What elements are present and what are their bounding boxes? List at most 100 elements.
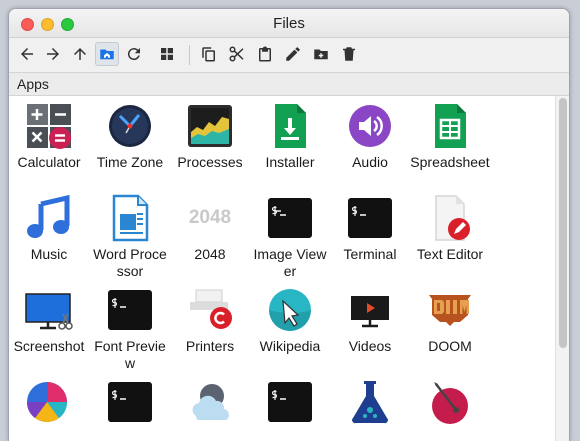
home-button[interactable]	[95, 42, 119, 66]
terminal-icon	[266, 378, 314, 426]
2048-icon: 2048	[186, 194, 234, 242]
scissors-icon	[229, 46, 244, 62]
app-label: Image Viewer	[253, 246, 327, 279]
screenshot-icon	[25, 286, 73, 334]
app-terminal[interactable]: Terminal	[330, 194, 410, 263]
app-label: Printers	[185, 338, 235, 354]
title-bar[interactable]: Files	[9, 9, 569, 38]
printer-icon	[186, 286, 234, 334]
icon-grid[interactable]: Calculator Time Zone Processes Installer	[9, 96, 555, 441]
app-label: Time Zone	[96, 154, 164, 170]
app-2048[interactable]: 2048 2048	[170, 194, 250, 263]
app-printers[interactable]: Printers	[170, 286, 250, 355]
app-label: Installer	[265, 154, 315, 170]
speaker-icon	[346, 102, 394, 150]
app-label: Font Preview	[94, 338, 166, 371]
trash-icon	[343, 47, 355, 61]
clipboard-icon	[259, 46, 271, 62]
pie-chart-icon	[25, 378, 73, 426]
app-label: Calculator	[17, 154, 81, 170]
app-text-editor[interactable]: Text Editor	[410, 194, 490, 263]
text-editor-icon	[426, 194, 474, 242]
app-wikipedia[interactable]: Wikipedia	[250, 286, 330, 355]
home-folder-icon	[100, 49, 114, 60]
app-audio[interactable]: Audio	[330, 102, 410, 171]
app-time-zone[interactable]: Time Zone	[90, 102, 170, 171]
up-button[interactable]	[68, 42, 92, 66]
app-guitar-tuner[interactable]	[410, 378, 490, 426]
arrow-left-icon	[21, 48, 33, 60]
app-label: Videos	[348, 338, 392, 354]
video-player-icon	[346, 286, 394, 334]
app-label: DOOM	[428, 338, 472, 354]
view-mode-button[interactable]	[155, 42, 179, 66]
app-label: Audio	[352, 154, 388, 170]
app-chart-tool[interactable]	[9, 378, 89, 426]
app-label: 2048	[194, 246, 226, 262]
weather-cloud-icon	[186, 378, 234, 426]
app-image-viewer[interactable]: Image Viewer	[250, 194, 330, 280]
clock-icon	[106, 102, 154, 150]
cut-button[interactable]	[225, 42, 249, 66]
app-music[interactable]: Music	[9, 194, 89, 263]
doom-logo-icon	[426, 286, 474, 334]
refresh-icon	[127, 48, 140, 61]
app-label: Text Editor	[416, 246, 484, 262]
system-monitor-icon	[186, 102, 234, 150]
app-weather[interactable]	[170, 378, 250, 426]
calculator-icon	[25, 102, 73, 150]
arrow-up-icon	[74, 48, 86, 60]
section-header: Apps	[9, 73, 569, 96]
app-installer[interactable]: Installer	[250, 102, 330, 171]
app-font-preview[interactable]: Font Preview	[90, 286, 170, 372]
wikipedia-icon	[266, 286, 314, 334]
app-word-processor[interactable]: Word Processor	[90, 194, 170, 280]
scrollbar-thumb[interactable]	[559, 98, 567, 348]
section-title: Apps	[17, 76, 49, 92]
app-label: Processes	[177, 154, 243, 170]
terminal-icon	[266, 194, 314, 242]
toolbar	[9, 38, 569, 73]
music-note-icon	[25, 194, 73, 242]
app-spreadsheet[interactable]: Spreadsheet	[410, 102, 490, 171]
delete-button[interactable]	[337, 42, 361, 66]
app-label: Word Processor	[93, 246, 167, 279]
toolbar-separator	[189, 45, 190, 65]
pencil-icon	[286, 47, 300, 61]
vertical-scrollbar[interactable]	[555, 96, 569, 441]
refresh-button[interactable]	[122, 42, 146, 66]
flask-icon	[346, 378, 394, 426]
back-button[interactable]	[15, 42, 39, 66]
app-label: Screenshot	[13, 338, 85, 354]
spreadsheet-icon	[426, 102, 474, 150]
copy-icon	[202, 47, 215, 62]
2048-icon-text: 2048	[188, 207, 232, 228]
app-videos[interactable]: Videos	[330, 286, 410, 355]
terminal-icon	[106, 286, 154, 334]
installer-icon	[266, 102, 314, 150]
arrow-right-icon	[47, 48, 59, 60]
paste-button[interactable]	[253, 42, 277, 66]
app-label: Wikipedia	[259, 338, 321, 354]
new-folder-button[interactable]	[309, 42, 333, 66]
app-terminal-3[interactable]	[250, 378, 330, 426]
terminal-icon	[106, 378, 154, 426]
app-label: Music	[30, 246, 68, 262]
app-doom[interactable]: DOOM	[410, 286, 490, 355]
terminal-icon	[346, 194, 394, 242]
tuner-icon	[426, 378, 474, 426]
grid-view-icon	[161, 48, 173, 60]
app-terminal-2[interactable]	[90, 378, 170, 426]
file-manager-window: Files Apps Calculator Time Zone Processe…	[8, 8, 570, 441]
rename-button[interactable]	[281, 42, 305, 66]
window-title: Files	[273, 15, 305, 32]
app-calculator[interactable]: Calculator	[9, 102, 89, 171]
app-science[interactable]	[330, 378, 410, 426]
app-label: Spreadsheet	[410, 154, 490, 170]
app-label: Terminal	[343, 246, 397, 262]
app-processes[interactable]: Processes	[170, 102, 250, 171]
copy-button[interactable]	[197, 42, 221, 66]
forward-button[interactable]	[41, 42, 65, 66]
app-screenshot[interactable]: Screenshot	[9, 286, 89, 355]
writer-document-icon	[106, 194, 154, 242]
